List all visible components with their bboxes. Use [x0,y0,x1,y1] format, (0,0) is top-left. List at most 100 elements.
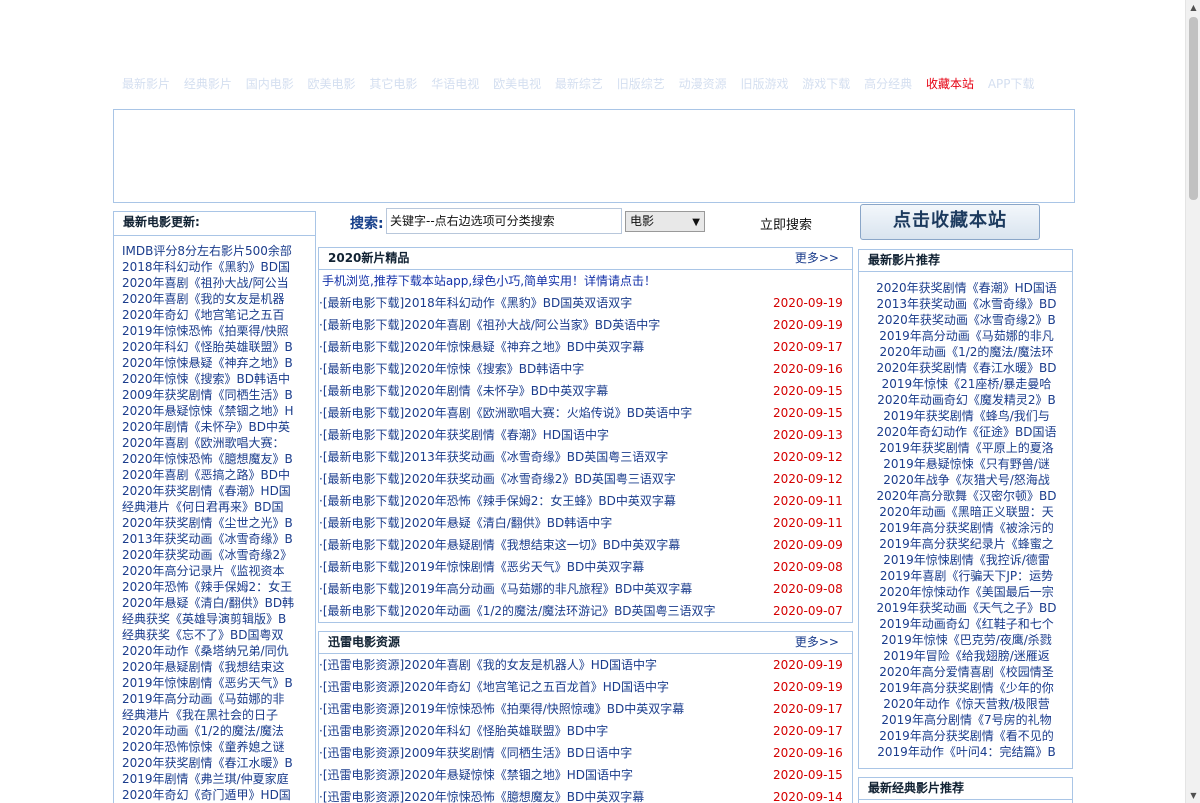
recommended-item[interactable]: 2019年高分动画《马茹娜的非凡 [859,328,1072,344]
nav-item-old-variety[interactable]: 旧版综艺 [617,76,665,92]
new-release-row[interactable]: ·[最新电影下载]2020年悬疑《清白/翻供》BD韩语中字 2020-09-11 [319,512,852,534]
latest-update-item[interactable]: 2020年喜剧《祖孙大战/阿公当 [122,275,312,291]
nav-item-app-download[interactable]: APP下载 [988,76,1035,92]
scrollbar-thumb[interactable] [1189,17,1198,200]
latest-update-item[interactable]: 2020年恐怖《辣手保姆2：女王 [122,579,312,595]
recommended-item[interactable]: 2019年高分获奖剧情《少年的你 [859,680,1072,696]
latest-update-item[interactable]: 2020年剧情《未怀孕》BD中英 [122,419,312,435]
recommended-item[interactable]: 2020年获奖剧情《春潮》HD国语 [859,280,1072,296]
latest-update-item[interactable]: 2020年获奖剧情《春江水暖》B [122,755,312,771]
thunder-resource-row[interactable]: ·[迅雷电影资源]2020年科幻《怪胎英雄联盟》BD中字 2020-09-17 [319,720,852,742]
latest-update-item[interactable]: 2019年惊悚剧情《恶劣天气》B [122,675,312,691]
new-release-row-title[interactable]: ·[最新电影下载]2020年惊悚《搜索》BD韩语中字 [319,358,584,380]
new-release-row[interactable]: ·[最新电影下载]2019年高分动画《马茹娜的非凡旅程》BD中英双字幕 2020-… [319,578,852,600]
recommended-item[interactable]: 2019年高分获奖纪录片《蜂蜜之 [859,536,1072,552]
latest-update-item[interactable]: IMDB评分8分左右影片500余部 [122,243,312,259]
latest-update-item[interactable]: 2018年科幻动作《黑豹》BD国 [122,259,312,275]
new-release-row-title[interactable]: ·[最新电影下载]2020年惊悚悬疑《神弃之地》BD中英双字幕 [319,336,644,358]
recommended-item[interactable]: 2020年惊悚动作《美国最后一宗 [859,584,1072,600]
new-release-row[interactable]: ·[最新电影下载]2018年科幻动作《黑豹》BD国英双语双字 2020-09-19 [319,292,852,314]
latest-update-item[interactable]: 2020年惊悚悬疑《神弃之地》B [122,355,312,371]
recommended-item[interactable]: 2020年动画《1/2的魔法/魔法环 [859,344,1072,360]
recommended-item[interactable]: 2020年动画奇幻《魔发精灵2》B [859,392,1072,408]
new-release-row[interactable]: ·[最新电影下载]2020年喜剧《欧洲歌唱大赛：火焰传说》BD英语中字 2020-… [319,402,852,424]
new-release-row[interactable]: ·[最新电影下载]2013年获奖动画《冰雪奇缘》BD英国粤三语双字 2020-09… [319,446,852,468]
new-release-row-title[interactable]: ·[最新电影下载]2019年惊悚剧情《恶劣天气》BD中英双字幕 [319,556,644,578]
thunder-resource-row[interactable]: ·[迅雷电影资源]2020年悬疑惊悚《禁锢之地》HD国语中字 2020-09-15 [319,764,852,786]
nav-item-western-tv[interactable]: 欧美电视 [493,76,541,92]
new-release-row-title[interactable]: ·[最新电影下载]2020年获奖剧情《春潮》HD国语中字 [319,424,609,446]
recommended-item[interactable]: 2019年动作《叶问4：完结篇》B [859,744,1072,760]
latest-update-item[interactable]: 2020年喜剧《欧洲歌唱大赛： [122,435,312,451]
latest-update-item[interactable]: 经典获奖《英雄导演剪辑版》B [122,611,312,627]
new-release-row-title[interactable]: ·[最新电影下载]2020年恐怖《辣手保姆2：女王蜂》BD中英双字幕 [319,490,676,512]
new-release-row-title[interactable]: ·[最新电影下载]2018年科幻动作《黑豹》BD国英双语双字 [319,292,632,314]
nav-item-western-movies[interactable]: 欧美电影 [308,76,356,92]
nav-item-other-movies[interactable]: 其它电影 [369,76,417,92]
recommended-item[interactable]: 2019年获奖动画《天气之子》BD [859,600,1072,616]
latest-update-item[interactable]: 2020年获奖剧情《春潮》HD国 [122,483,312,499]
thunder-resource-row[interactable]: ·[迅雷电影资源]2020年喜剧《我的女友是机器人》HD国语中字 2020-09-… [319,654,852,676]
latest-update-item[interactable]: 2019年高分动画《马茹娜的非 [122,691,312,707]
search-button[interactable]: 立即搜索 [760,214,812,233]
latest-update-item[interactable]: 2020年悬疑剧情《我想结束这 [122,659,312,675]
recommended-item[interactable]: 2020年获奖动画《冰雪奇缘2》B [859,312,1072,328]
new-release-row[interactable]: ·[最新电影下载]2020年喜剧《祖孙大战/阿公当家》BD英语中字 2020-09… [319,314,852,336]
new-release-row[interactable]: ·[最新电影下载]2020年悬疑剧情《我想结束这一切》BD中英双字幕 2020-0… [319,534,852,556]
nav-item-high-score-classics[interactable]: 高分经典 [864,76,912,92]
latest-update-item[interactable]: 2009年获奖剧情《同栖生活》B [122,387,312,403]
new-release-row[interactable]: ·[最新电影下载]2020年惊悚《搜索》BD韩语中字 2020-09-16 [319,358,852,380]
recommended-item[interactable]: 2020年奇幻动作《征途》BD国语 [859,424,1072,440]
latest-update-item[interactable]: 2013年获奖动画《冰雪奇缘》B [122,531,312,547]
thunder-resources-more-link[interactable]: 更多>> [795,632,839,652]
recommended-item[interactable]: 2019年惊悚《巴克劳/夜鹰/杀戮 [859,632,1072,648]
new-release-row[interactable]: ·[最新电影下载]2020年惊悚悬疑《神弃之地》BD中英双字幕 2020-09-1… [319,336,852,358]
app-notice-link[interactable]: 手机浏览,推荐下载本站app,绿色小巧,简单实用！详情请点击！ [319,270,852,292]
latest-update-item[interactable]: 2020年科幻《怪胎英雄联盟》B [122,339,312,355]
latest-update-item[interactable]: 经典获奖《忘不了》BD国粤双 [122,627,312,643]
thunder-resource-row[interactable]: ·[迅雷电影资源]2019年惊悚恐怖《拍栗得/快照惊魂》BD中英双字幕 2020-… [319,698,852,720]
latest-update-item[interactable]: 2020年悬疑惊悚《禁锢之地》H [122,403,312,419]
nav-item-game-download[interactable]: 游戏下载 [802,76,850,92]
nav-item-bookmark-site[interactable]: 收藏本站 [926,76,974,92]
latest-update-item[interactable]: 经典港片《何日君再来》BD国 [122,499,312,515]
recommended-item[interactable]: 2019年喜剧《行骗天下JP：运势 [859,568,1072,584]
new-release-row[interactable]: ·[最新电影下载]2020年剧情《未怀孕》BD中英双字幕 2020-09-15 [319,380,852,402]
nav-item-latest-variety[interactable]: 最新综艺 [555,76,603,92]
thunder-resource-row-title[interactable]: ·[迅雷电影资源]2020年悬疑惊悚《禁锢之地》HD国语中字 [319,764,633,786]
latest-update-item[interactable]: 2019年剧情《弗兰琪/仲夏家庭 [122,771,312,787]
thunder-resource-row[interactable]: ·[迅雷电影资源]2009年获奖剧情《同栖生活》BD日语中字 2020-09-16 [319,742,852,764]
new-release-row-title[interactable]: ·[最新电影下载]2013年获奖动画《冰雪奇缘》BD英国粤三语双字 [319,446,668,468]
thunder-resource-row[interactable]: ·[迅雷电影资源]2020年惊悚恐怖《臆想魔友》BD中英双字幕 2020-09-1… [319,786,852,803]
new-release-row-title[interactable]: ·[最新电影下载]2020年获奖动画《冰雪奇缘2》BD英国粤三语双字 [319,468,676,490]
new-release-row-title[interactable]: ·[最新电影下载]2019年高分动画《马茹娜的非凡旅程》BD中英双字幕 [319,578,692,600]
new-release-row[interactable]: ·[最新电影下载]2020年获奖动画《冰雪奇缘2》BD英国粤三语双字 2020-0… [319,468,852,490]
latest-update-item[interactable]: 2020年惊悚恐怖《臆想魔友》B [122,451,312,467]
recommended-item[interactable]: 2019年惊悚剧情《我控诉/德雷 [859,552,1072,568]
recommended-item[interactable]: 2020年动作《惊天营救/极限营 [859,696,1072,712]
recommended-item[interactable]: 2013年获奖动画《冰雪奇缘》BD [859,296,1072,312]
recommended-item[interactable]: 2019年高分获奖剧情《看不见的 [859,728,1072,744]
new-release-row-title[interactable]: ·[最新电影下载]2020年悬疑剧情《我想结束这一切》BD中英双字幕 [319,534,680,556]
scroll-up-arrow-icon[interactable]: ▲ [1186,0,1200,15]
latest-update-item[interactable]: 2020年获奖动画《冰雪奇缘2》 [122,547,312,563]
nav-item-classic-movies[interactable]: 经典影片 [184,76,232,92]
recommended-item[interactable]: 2019年高分获奖剧情《被涂污的 [859,520,1072,536]
new-release-row[interactable]: ·[最新电影下载]2020年恐怖《辣手保姆2：女王蜂》BD中英双字幕 2020-0… [319,490,852,512]
thunder-resource-row-title[interactable]: ·[迅雷电影资源]2009年获奖剧情《同栖生活》BD日语中字 [319,742,632,764]
latest-update-item[interactable]: 2020年恐怖惊悚《童养媳之谜 [122,739,312,755]
latest-update-item[interactable]: 2020年喜剧《恶搞之路》BD中 [122,467,312,483]
nav-item-latest-movies[interactable]: 最新影片 [122,76,170,92]
new-release-row-title[interactable]: ·[最新电影下载]2020年动画《1/2的魔法/魔法环游记》BD英国粤三语双字 [319,600,716,622]
new-releases-more-link[interactable]: 更多>> [795,248,839,268]
nav-item-chinese-tv[interactable]: 华语电视 [431,76,479,92]
latest-update-item[interactable]: 2020年动作《桑塔纳兄弟/同仇 [122,643,312,659]
latest-update-item[interactable]: 2020年动画《1/2的魔法/魔法 [122,723,312,739]
search-input[interactable]: 关键字--点右边选项可分类搜索 [386,208,622,234]
recommended-item[interactable]: 2019年冒险《给我翅膀/迷雁返 [859,648,1072,664]
new-release-row[interactable]: ·[最新电影下载]2020年获奖剧情《春潮》HD国语中字 2020-09-13 [319,424,852,446]
latest-update-item[interactable]: 2020年获奖剧情《尘世之光》B [122,515,312,531]
thunder-resource-row-title[interactable]: ·[迅雷电影资源]2020年喜剧《我的女友是机器人》HD国语中字 [319,654,657,676]
latest-update-item[interactable]: 2019年惊悚恐怖《拍栗得/快照 [122,323,312,339]
nav-item-anime[interactable]: 动漫资源 [679,76,727,92]
